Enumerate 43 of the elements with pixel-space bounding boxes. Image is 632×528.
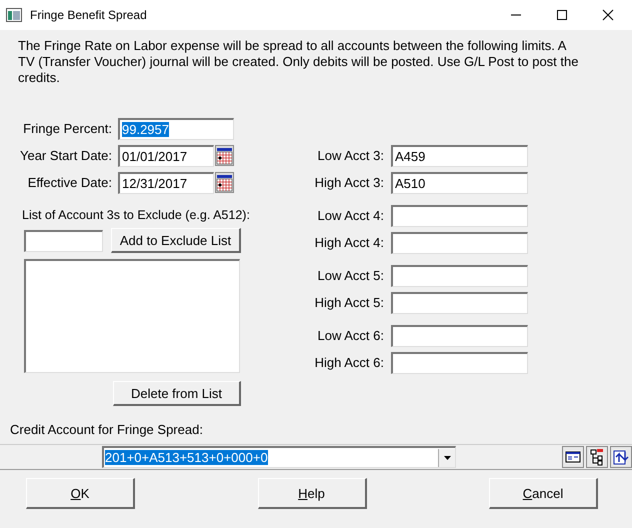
dialog-button[interactable]: Cancel — [489, 478, 598, 509]
high-account-field[interactable] — [391, 292, 528, 314]
window-title: Fringe Benefit Spread — [30, 8, 147, 22]
field-label: High Acct 3: — [314, 175, 385, 190]
field-label: High Acct 4: — [314, 235, 385, 250]
field-label: High Acct 6: — [314, 355, 385, 370]
field-label: High Acct 5: — [314, 295, 385, 310]
exclude-account-field[interactable] — [24, 230, 103, 252]
fringe-percent-field[interactable]: 99.2957 — [118, 118, 234, 140]
credit-account-dropdown[interactable]: 201+0+A513+513+0+000+0 — [102, 446, 456, 468]
high-account-field[interactable]: A510 — [391, 172, 528, 194]
field-label: Low Acct 3: — [316, 148, 385, 163]
field-label: Effective Date: — [26, 175, 113, 190]
maximize-icon[interactable] — [556, 9, 568, 21]
refresh-icon[interactable] — [610, 446, 632, 468]
high-account-field[interactable] — [391, 232, 528, 254]
window-icon[interactable] — [562, 446, 584, 468]
tree-icon[interactable] — [586, 446, 608, 468]
delete-from-list-button[interactable]: Delete from List — [113, 381, 241, 406]
close-icon[interactable] — [602, 9, 614, 21]
field-label: Low Acct 4: — [316, 208, 385, 223]
low-account-field[interactable] — [391, 264, 528, 286]
description-text: The Fringe Rate on Labor expense will be spread to all accounts between the following limits. A TV (Transfer Voucher) journal will be created. Only debits will be posted. Use G/L Post to post the credits. — [18, 38, 580, 86]
app-icon — [6, 8, 22, 22]
low-account-field[interactable]: A459 — [391, 144, 528, 166]
exclude-listbox[interactable] — [24, 259, 240, 373]
field-label: Low Acct 5: — [316, 268, 385, 283]
add-to-exclude-button[interactable]: Add to Exclude List — [111, 228, 241, 253]
high-account-field[interactable] — [391, 352, 528, 374]
field-label: Year Start Date: — [18, 148, 113, 163]
date-field[interactable]: 12/31/2017 — [118, 172, 214, 194]
exclude-list-label: List of Account 3s to Exclude (e.g. A512): — [22, 208, 250, 222]
credit-account-label: Credit Account for Fringe Spread: — [10, 422, 204, 437]
calendar-icon[interactable] — [215, 145, 234, 166]
date-field[interactable]: 01/01/2017 — [118, 144, 214, 166]
field-label: Low Acct 6: — [316, 328, 385, 343]
low-account-field[interactable] — [391, 324, 528, 346]
low-account-field[interactable] — [391, 204, 528, 226]
field-label: Fringe Percent: — [22, 121, 113, 136]
calendar-icon[interactable] — [215, 172, 234, 193]
dialog-button[interactable]: Help — [258, 478, 366, 509]
dialog-button[interactable]: OK — [26, 478, 135, 509]
dropdown-arrow-icon — [444, 456, 450, 460]
